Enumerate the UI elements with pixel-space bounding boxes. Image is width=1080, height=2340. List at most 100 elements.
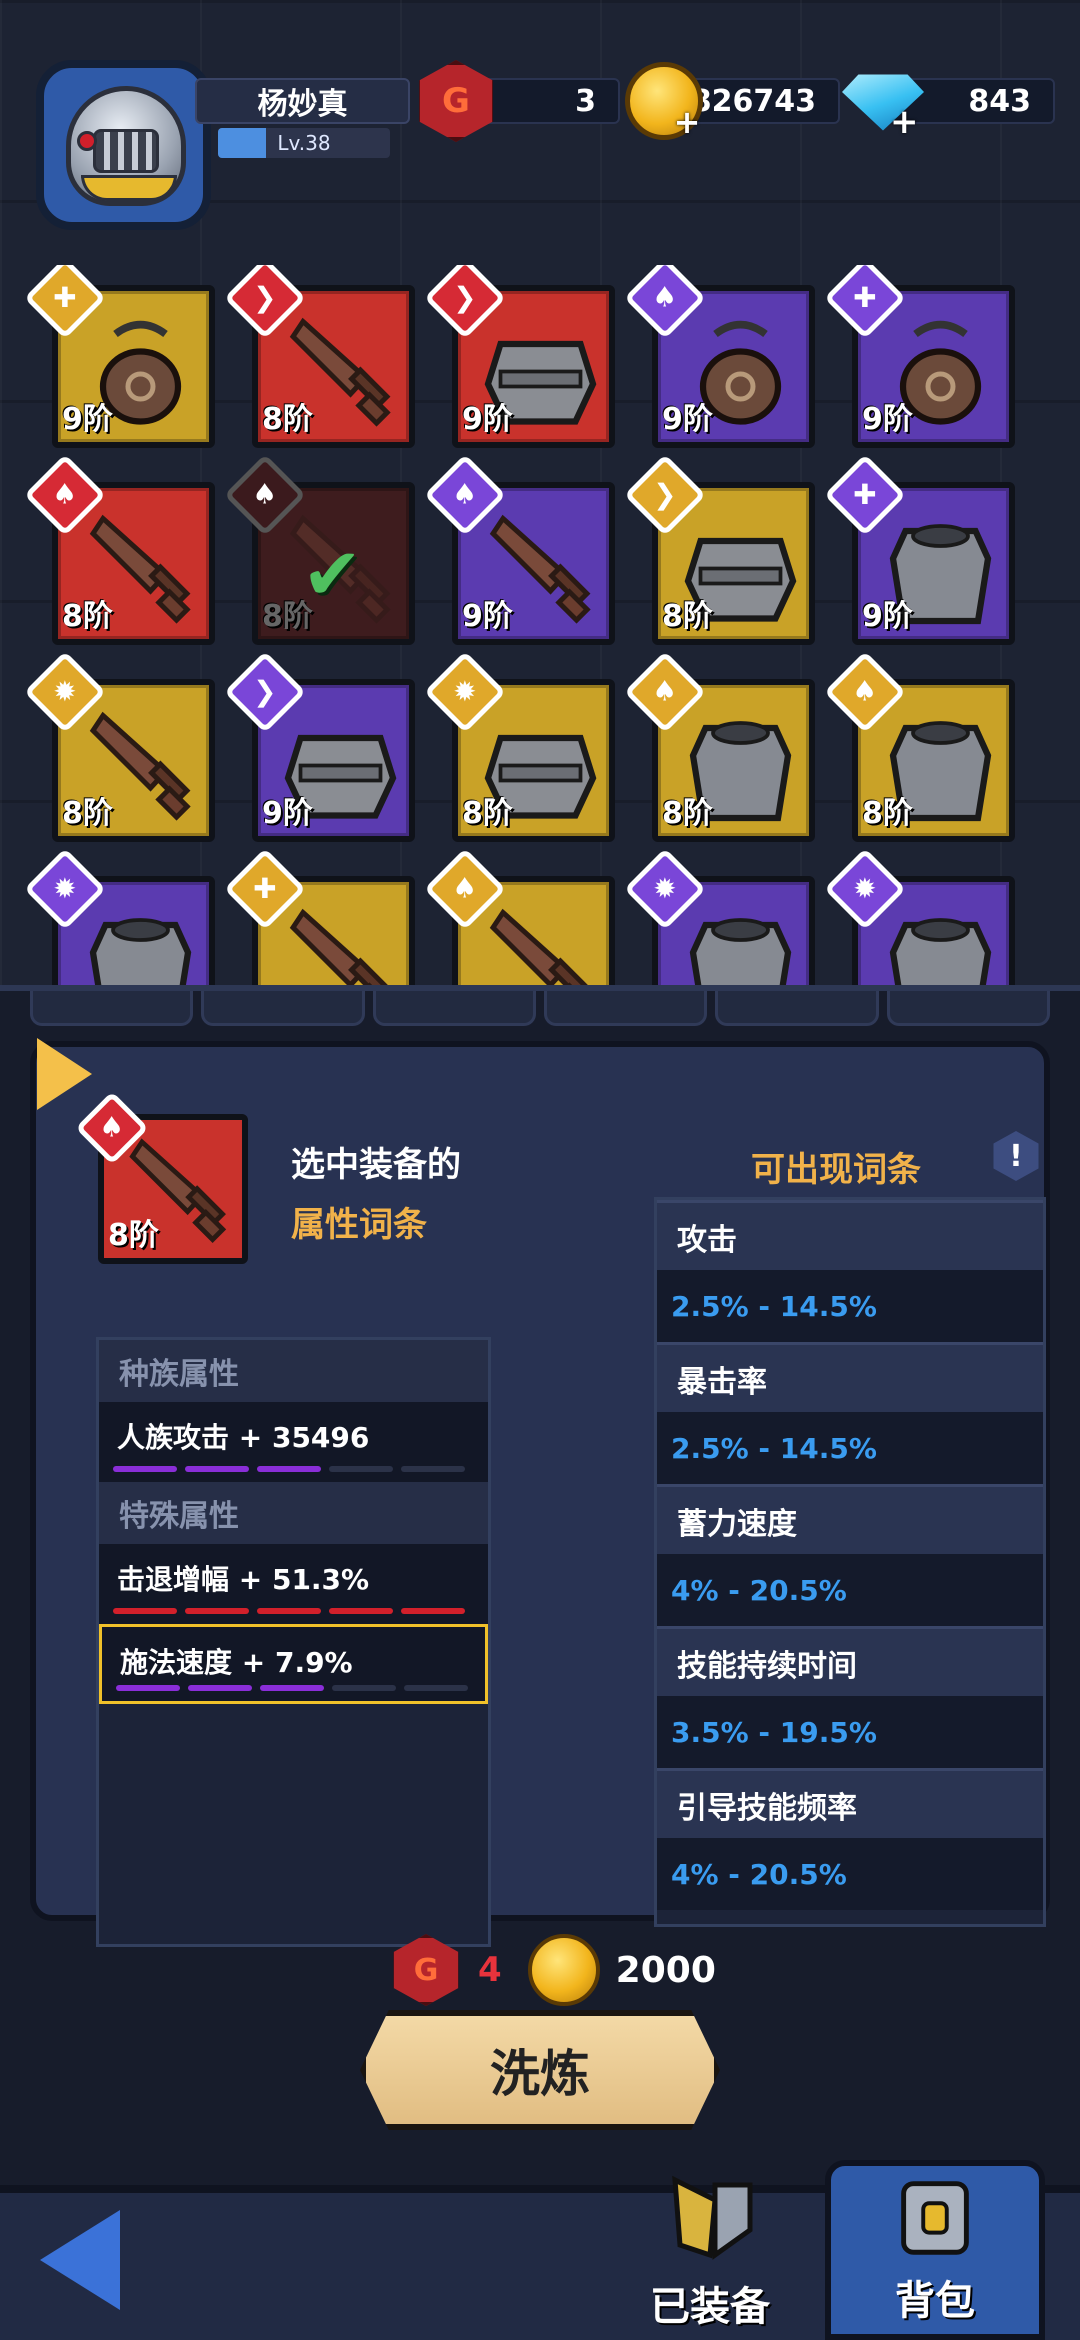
red-gem-icon: G [419,60,493,142]
player-header: 杨妙真 Lv.38 3 G 4826743 + 843 + [0,40,1080,240]
player-level: Lv.38 [277,131,331,155]
tier-pip [329,1608,393,1614]
available-entry-range: 4% - 20.5% [657,1838,1043,1910]
item-tier: 9阶 [262,796,313,831]
tab-backpack[interactable]: 背包 [825,2160,1045,2340]
inventory-item[interactable]: ♠ [423,847,615,985]
available-entry-name: 暴击率 [657,1342,1043,1412]
inventory-item[interactable]: ✚ 9阶 [823,265,1015,448]
inventory-item[interactable]: ✹ [23,847,215,985]
knight-helmet-icon [66,86,186,206]
tier-pip [257,1466,321,1472]
diamond-count: 843 [968,83,1031,119]
available-entry-range: 2.5% - 14.5% [657,1412,1043,1484]
attr-tier-pips [116,1685,468,1691]
inventory-item[interactable]: ✹ [623,847,815,985]
attr-row-label: 击退增幅 + 51.3% [117,1563,370,1596]
backpack-icon [901,2181,969,2255]
inventory-item[interactable]: ♠ 8阶 [623,650,815,842]
tier-pip [404,1685,468,1691]
inventory-item[interactable]: ✚ 9阶 [823,453,1015,645]
back-button[interactable] [20,2200,140,2320]
tab-backpack-label: 背包 [895,2278,975,2324]
back-arrow-icon [40,2210,120,2310]
item-tier: 9阶 [462,402,513,437]
inventory-item[interactable]: ❯ 9阶 [423,265,615,448]
tier-pip [113,1466,177,1472]
equipped-gear-icon [672,2175,753,2260]
item-tier: 9阶 [662,402,713,437]
inventory-item[interactable]: ♠ 9阶 [623,265,815,448]
plus-icon: + [890,102,919,142]
item-tier: 9阶 [62,402,113,437]
tier-pip [401,1608,465,1614]
gold-coin-icon [527,1934,600,2006]
tab-equipped-label: 已装备 [650,2284,770,2330]
item-tier: 8阶 [462,796,513,831]
sword-icon [489,908,591,985]
inventory-item[interactable]: ✹ 8阶 [423,650,615,842]
inventory-grid: ✚ 9阶 ❯ 8阶 ❯ 9阶 ♠ 9阶 ✚ 9阶 ♠ 8阶 ♠ ✔ 8阶 ♠ 9阶 ❯ 8阶 ✚ 9阶 ✹ 8阶 ❯ 9阶 ✹ 8阶… [0,265,1080,985]
gold-coin-add-icon[interactable]: + [625,62,703,140]
selected-item-tier: 8阶 [108,1218,159,1253]
gold-cost: 2000 [615,1949,716,1991]
item-tier: 8阶 [262,402,313,437]
vest-icon [89,918,192,985]
tier-pip [185,1608,249,1614]
item-tier: 8阶 [662,796,713,831]
inventory-item[interactable]: ✹ 8阶 [23,650,215,842]
inventory-item[interactable]: ♠ 9阶 [423,453,615,645]
inventory-item[interactable]: ♠ 8阶 [23,453,215,645]
attr-tier-pips [113,1466,465,1472]
inventory-item[interactable]: ♠ 8阶 [823,650,1015,842]
refine-cost: G 4 2000 [390,1925,716,2015]
tier-pip [257,1608,321,1614]
tab-equipped[interactable]: 已装备 [600,2160,820,2340]
tier-pip [329,1466,393,1472]
attr-row[interactable]: 人族攻击 + 35496 [99,1402,488,1482]
attr-row-selected[interactable]: 施法速度 + 7.9% [99,1624,488,1704]
item-tier: 8阶 [62,796,113,831]
inventory-item[interactable]: ❯ 8阶 [623,453,815,645]
inventory-item[interactable]: ❯ 8阶 [223,265,415,448]
tier-pip [113,1608,177,1614]
panel-tab-strip [30,991,1050,1026]
selected-subtitle: 属性词条 [291,1205,427,1245]
item-tier: 8阶 [662,599,713,634]
attr-row-label: 施法速度 + 7.9% [120,1646,353,1679]
refine-button[interactable]: 洗炼 [360,2010,720,2130]
item-tier: 9阶 [862,599,913,634]
selected-title: 选中装备的 [291,1145,461,1185]
available-entry-name: 攻击 [657,1200,1043,1270]
inventory-item[interactable]: ♠ ✔ 8阶 [223,453,415,645]
info-icon[interactable]: ! [993,1131,1039,1181]
item-tier: 8阶 [62,599,113,634]
attr-row-label: 人族攻击 + 35496 [117,1421,370,1454]
vest-icon [689,918,792,985]
item-tier: 8阶 [262,599,313,634]
attr-row[interactable]: 击退增幅 + 51.3% [99,1544,488,1624]
inventory-item[interactable]: ❯ 9阶 [223,650,415,842]
available-entry-name: 技能持续时间 [657,1626,1043,1696]
inventory-item[interactable]: ✚ 9阶 [23,265,215,448]
inventory-item[interactable]: ✚ [223,847,415,985]
inventory-item[interactable]: ✹ [823,847,1015,985]
gem-cost: 4 [478,1950,502,1990]
level-bar: Lv.38 [218,128,390,158]
available-entry-range: 2.5% - 14.5% [657,1270,1043,1342]
selected-item-icon: ♠ 8阶 [75,1091,248,1264]
item-tier: 9阶 [862,402,913,437]
available-entry-name: 引导技能频率 [657,1768,1043,1838]
available-entry-range: 4% - 20.5% [657,1554,1043,1626]
sword-icon [289,908,391,985]
item-tier: 8阶 [862,796,913,831]
special-attr-heading: 特殊属性 [99,1482,488,1544]
refine-panel-inner: ♠ 8阶 选中装备的 属性词条 种族属性 人族攻击 + 35496 特殊属性 击… [30,1041,1050,1947]
player-avatar[interactable] [36,60,211,230]
available-entry-range: 3.5% - 19.5% [657,1696,1043,1768]
available-entry-name: 蓄力速度 [657,1484,1043,1554]
tier-pip [116,1685,180,1691]
gem-count: 3 [575,83,596,119]
attribute-list: 种族属性 人族攻击 + 35496 特殊属性 击退增幅 + 51.3% 施法速度… [96,1337,491,1947]
red-gem-icon: G [393,1934,459,2006]
